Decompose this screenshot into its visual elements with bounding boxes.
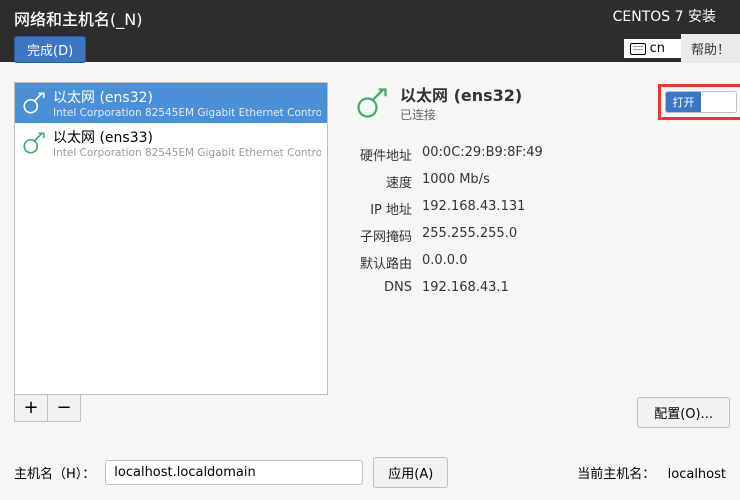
add-nic-button[interactable]: + xyxy=(14,394,48,422)
nic-name: 以太网 (ens33) xyxy=(53,127,321,147)
apply-button[interactable]: 应用(A) xyxy=(373,457,448,488)
prop-value: 00:0C:29:B9:8F:49 xyxy=(422,145,724,164)
remove-nic-button[interactable]: − xyxy=(47,394,81,422)
nic-panel: 以太网 (ens32) Intel Corporation 82545EM Gi… xyxy=(14,82,328,422)
nic-sub: Intel Corporation 82545EM Gigabit Ethern… xyxy=(53,147,321,159)
prop-key: 子网掩码 xyxy=(354,226,412,245)
toggle-off-side xyxy=(701,92,736,112)
prop-value: 0.0.0.0 xyxy=(422,253,724,272)
prop-value: 1000 Mb/s xyxy=(422,172,724,191)
keyboard-icon xyxy=(630,43,646,55)
nic-icon xyxy=(21,130,47,156)
current-hostname-label: 当前主机名： xyxy=(577,467,655,482)
header-bar: 网络和主机名(_N) 完成(D) CENTOS 7 安装 cn 帮助！ xyxy=(0,0,740,62)
nic-list[interactable]: 以太网 (ens32) Intel Corporation 82545EM Gi… xyxy=(14,82,328,395)
configure-button[interactable]: 配置(O)... xyxy=(637,397,730,428)
toggle-on-label: 打开 xyxy=(666,92,701,112)
detail-title: 以太网 (ens32) xyxy=(400,82,522,106)
detail-status: 已连接 xyxy=(400,106,522,123)
nic-sub: Intel Corporation 82545EM Gigabit Ethern… xyxy=(53,107,321,119)
prop-key: 默认路由 xyxy=(354,253,412,272)
help-button[interactable]: 帮助！ xyxy=(681,34,740,63)
nic-name: 以太网 (ens32) xyxy=(53,87,321,107)
hostname-bar: 主机名（H）： 应用(A) 当前主机名： localhost xyxy=(0,457,740,488)
current-hostname-value: localhost xyxy=(668,467,726,482)
content-area: 以太网 (ens32) Intel Corporation 82545EM Gi… xyxy=(0,62,740,422)
nic-icon xyxy=(21,90,47,116)
installer-label: CENTOS 7 安装 xyxy=(613,6,740,26)
connection-toggle[interactable]: 打开 xyxy=(665,91,737,113)
prop-key: DNS xyxy=(354,280,412,295)
nic-icon xyxy=(354,85,390,121)
nic-row-ens33[interactable]: 以太网 (ens33) Intel Corporation 82545EM Gi… xyxy=(15,123,327,163)
prop-key: 速度 xyxy=(354,172,412,191)
done-button[interactable]: 完成(D) xyxy=(14,36,86,63)
prop-value: 192.168.43.131 xyxy=(422,199,724,218)
prop-value: 255.255.255.0 xyxy=(422,226,724,245)
prop-key: 硬件地址 xyxy=(354,145,412,164)
prop-key: IP 地址 xyxy=(354,199,412,218)
hostname-label: 主机名（H）： xyxy=(14,463,95,482)
detail-properties: 硬件地址 00:0C:29:B9:8F:49 速度 1000 Mb/s IP 地… xyxy=(354,145,724,295)
hostname-input[interactable] xyxy=(105,460,363,485)
toggle-highlight: 打开 xyxy=(658,84,740,120)
prop-value: 192.168.43.1 xyxy=(422,280,724,295)
keyboard-layout-badge[interactable]: cn xyxy=(624,39,681,58)
page-title: 网络和主机名(_N) xyxy=(14,6,603,30)
nic-row-ens32[interactable]: 以太网 (ens32) Intel Corporation 82545EM Gi… xyxy=(15,83,327,123)
nic-detail: 以太网 (ens32) 已连接 打开 硬件地址 00:0C:29:B9:8F:4… xyxy=(328,82,740,422)
keyboard-layout-label: cn xyxy=(650,41,665,56)
